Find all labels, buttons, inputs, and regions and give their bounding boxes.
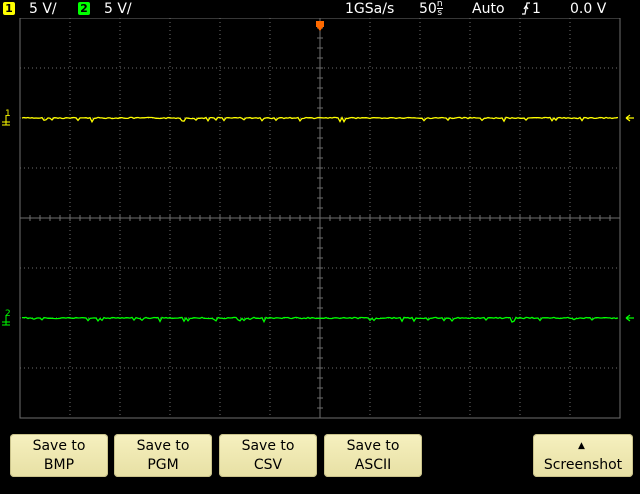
save-bmp-button[interactable]: Save to BMP: [10, 434, 108, 477]
graticule-grid: [19, 18, 621, 419]
softkey-label-line2: ASCII: [354, 457, 392, 473]
softkey-label-line2: PGM: [147, 457, 179, 473]
screenshot-menu-button[interactable]: ▲ Screenshot OS-Version: [533, 434, 633, 492]
ch1-ground-marker-label: 1: [5, 109, 11, 119]
waveform-graticule: 12: [2, 18, 634, 419]
status-bar: 1 5 V/ 2 5 V/ 1GSa/s 50 n s Auto 1 0.0 V: [0, 0, 640, 18]
softkey-label-line2: BMP: [43, 457, 75, 473]
save-pgm-button[interactable]: Save to PGM: [114, 434, 212, 477]
timebase-unit-bottom: s: [437, 8, 443, 18]
ch1-badge[interactable]: 1: [3, 2, 15, 15]
trigger-source: 1: [532, 1, 541, 17]
softkey-label-line1: Save to: [241, 438, 295, 454]
trigger-position-icon: [316, 21, 324, 31]
ch1-scale: 5 V/: [29, 1, 57, 17]
ch1-trigger-level-arrow: [625, 114, 634, 122]
trigger-mode: Auto: [472, 1, 505, 17]
ch2-ground-marker-label: 2: [5, 309, 11, 319]
softkey-label-line2: CSV: [253, 457, 283, 473]
ch2-trigger-level-arrow: [625, 314, 634, 322]
save-csv-button[interactable]: Save to CSV: [219, 434, 317, 477]
softkey-bar: Save to BMP Save to PGM Save to CSV Save…: [0, 428, 640, 492]
softkey-label-line1: Save to: [346, 438, 400, 454]
trigger-level: 0.0 V: [570, 1, 607, 17]
timebase-value: 50: [419, 1, 437, 17]
waveform-display[interactable]: 12: [0, 18, 640, 428]
timebase: 50 n s: [419, 0, 443, 18]
softkey-label-line2: OS-Version: [545, 476, 621, 492]
triangle-up-icon: ▲: [578, 441, 585, 451]
timebase-unit: ns: [436, 0, 443, 18]
markers: 12: [2, 21, 634, 326]
ch2-scale: 5 V/: [104, 1, 132, 17]
save-ascii-button[interactable]: Save to ASCII: [324, 434, 422, 477]
ch2-badge[interactable]: 2: [78, 2, 90, 15]
trigger-position-box: [316, 21, 324, 27]
sample-rate: 1GSa/s: [345, 1, 395, 17]
trigger-position-arrow: [317, 27, 323, 31]
softkey-label-line1: Save to: [136, 438, 190, 454]
ch1-ground-marker: 1: [2, 109, 11, 126]
screenshot-label: Screenshot: [543, 457, 623, 473]
softkey-label-line1: Save to: [32, 438, 86, 454]
ch2-ground-marker: 2: [2, 309, 11, 326]
softkey-label-line1: ▲ Screenshot: [533, 437, 633, 475]
